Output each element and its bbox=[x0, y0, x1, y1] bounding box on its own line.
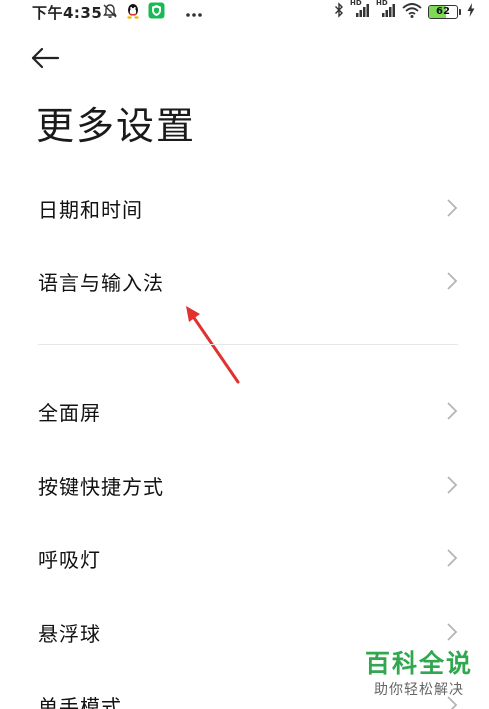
back-arrow-icon bbox=[30, 47, 60, 73]
menu-item-notification-light[interactable]: 呼吸灯 bbox=[0, 530, 489, 586]
page-title: 更多设置 bbox=[36, 104, 197, 148]
menu-item-label: 单手模式 bbox=[38, 694, 122, 709]
menu-item-button-shortcuts[interactable]: 按键快捷方式 bbox=[0, 457, 489, 513]
qq-penguin-icon bbox=[126, 3, 140, 23]
menu-item-label: 呼吸灯 bbox=[38, 547, 101, 572]
menu-item-label: 全面屏 bbox=[38, 400, 101, 425]
menu-item-label: 按键快捷方式 bbox=[38, 474, 164, 499]
shield-app-icon bbox=[148, 2, 165, 23]
chevron-right-icon bbox=[447, 476, 458, 494]
battery-body: 62 bbox=[428, 5, 458, 19]
chevron-right-icon bbox=[447, 272, 458, 290]
watermark-title: 百科全说 bbox=[364, 648, 473, 678]
signal-hd-icon: HD bbox=[376, 0, 396, 22]
chevron-right-icon bbox=[447, 199, 458, 217]
status-right-icons: HD HD 62 bbox=[334, 0, 475, 22]
menu-item-full-screen[interactable]: 全面屏 bbox=[0, 383, 489, 439]
menu-item-date-time[interactable]: 日期和时间 bbox=[0, 180, 489, 236]
back-button[interactable] bbox=[30, 44, 72, 76]
status-time: 下午4:35 bbox=[32, 4, 103, 22]
annotation-arrow-icon bbox=[186, 306, 240, 384]
watermark-subtitle: 助你轻松解决 bbox=[373, 682, 464, 698]
chevron-right-icon bbox=[447, 549, 458, 567]
battery-level: 62 bbox=[436, 6, 450, 17]
section-divider bbox=[38, 344, 458, 345]
charging-bolt-icon bbox=[467, 3, 475, 21]
mute-bell-icon bbox=[102, 3, 118, 23]
chevron-right-icon bbox=[447, 402, 458, 420]
wifi-icon bbox=[402, 2, 422, 22]
battery-icon: 62 bbox=[428, 5, 461, 19]
status-left-icons bbox=[102, 2, 203, 23]
chevron-right-icon bbox=[447, 623, 458, 641]
menu-item-label: 语言与输入法 bbox=[38, 270, 164, 295]
more-settings-screen: 下午4:35 HD HD 62 更多设置 日期和时间 语言与输入法 全面屏 按键… bbox=[0, 0, 489, 709]
battery-cap bbox=[459, 9, 461, 15]
bluetooth-icon bbox=[334, 2, 344, 22]
signal-hd-icon: HD bbox=[350, 0, 370, 22]
more-dots-icon bbox=[185, 4, 203, 22]
watermark: 百科全说 助你轻松解决 bbox=[364, 648, 473, 700]
status-bar: 下午4:35 HD HD 62 bbox=[0, 0, 489, 24]
menu-item-label: 日期和时间 bbox=[38, 197, 143, 222]
menu-item-label: 悬浮球 bbox=[38, 621, 101, 646]
